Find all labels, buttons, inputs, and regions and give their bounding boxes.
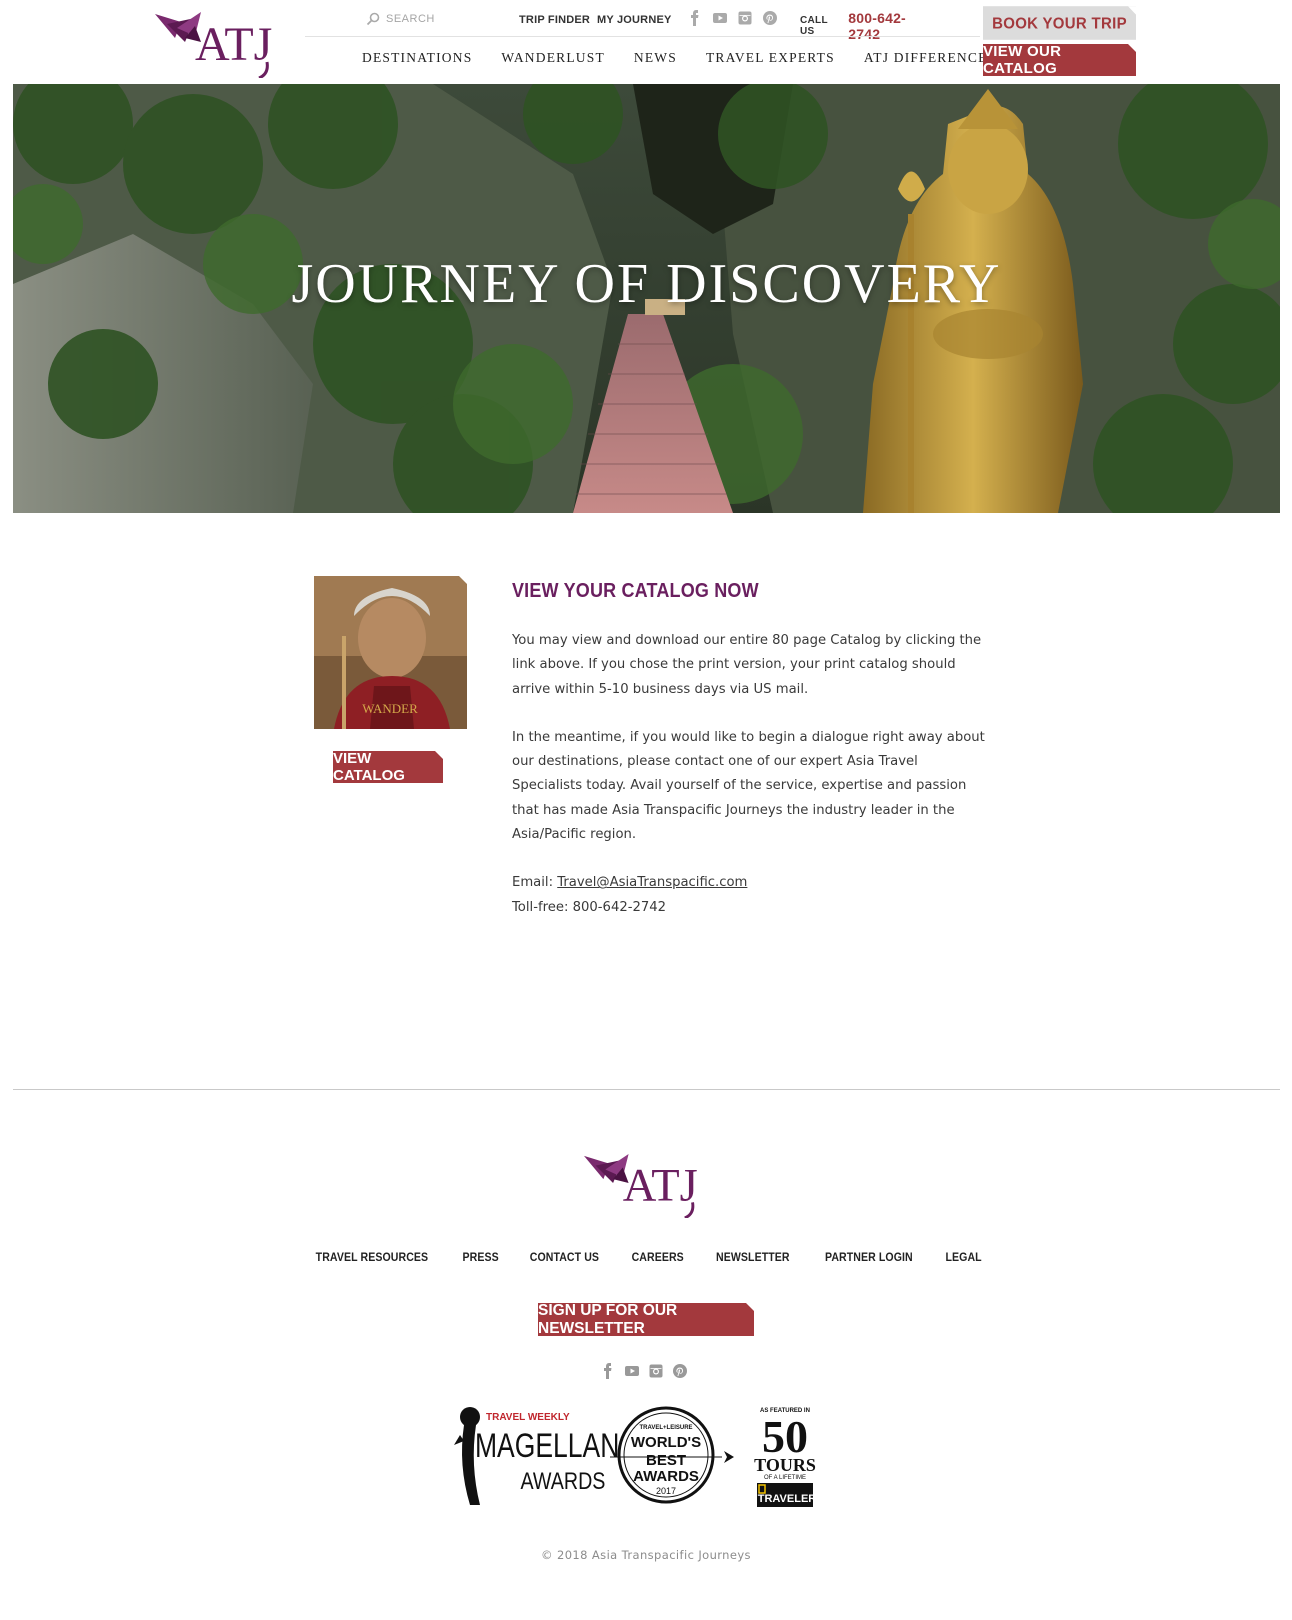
footer-atj-logo[interactable]: ATJ xyxy=(584,1150,710,1218)
search-box[interactable] xyxy=(366,12,496,26)
awards-row: TRAVEL WEEKLY MAGELLAN AWARDS TRAVEL+LEI… xyxy=(454,1406,816,1507)
footer-link-travel-resources[interactable]: TRAVEL RESOURCES xyxy=(316,1250,429,1264)
email-line: Email: Travel@AsiaTranspacific.com xyxy=(512,871,992,895)
tollfree-line: Toll-free: 800-642-2742 xyxy=(512,896,992,920)
newsletter-signup-button[interactable]: SIGN UP FOR OUR NEWSLETTER xyxy=(538,1301,754,1337)
hero-banner: JOURNEY OF DISCOVERY xyxy=(13,84,1280,513)
pinterest-icon[interactable] xyxy=(762,10,778,26)
svg-text:TRAVEL WEEKLY: TRAVEL WEEKLY xyxy=(486,1412,570,1423)
my-journey-link[interactable]: MY JOURNEY xyxy=(597,14,672,26)
catalog-heading: VIEW YOUR CATALOG NOW xyxy=(512,580,759,602)
svg-text:BEST: BEST xyxy=(646,1452,686,1469)
call-us-label: CALL US xyxy=(800,15,828,37)
facebook-icon[interactable] xyxy=(600,1363,616,1379)
nav-destinations[interactable]: DESTINATIONS xyxy=(362,50,472,66)
catalog-info: VIEW YOUR CATALOG NOW You may view and d… xyxy=(512,580,992,920)
search-icon xyxy=(366,12,380,26)
svg-text:TRAVEL+LEISURE: TRAVEL+LEISURE xyxy=(639,1425,692,1431)
footer-nav: TRAVEL RESOURCES PRESS CONTACT US CAREER… xyxy=(0,1250,1292,1264)
pinterest-icon[interactable] xyxy=(672,1363,688,1379)
svg-text:WORLD'S: WORLD'S xyxy=(631,1434,701,1451)
newsletter-signup-label: SIGN UP FOR OUR NEWSLETTER xyxy=(538,1301,678,1337)
view-our-catalog-button[interactable]: VIEW OUR CATALOG xyxy=(983,43,1136,77)
book-your-trip-label: BOOK YOUR TRIP xyxy=(992,14,1127,32)
footer-link-newsletter[interactable]: NEWSLETTER xyxy=(716,1250,790,1264)
header-divider xyxy=(305,36,980,37)
trip-finder-link[interactable]: TRIP FINDER xyxy=(519,14,590,26)
magellan-awards-badge: TRAVEL WEEKLY MAGELLAN AWARDS xyxy=(454,1407,619,1505)
hero-title: JOURNEY OF DISCOVERY xyxy=(291,253,1002,315)
svg-text:TOURS: TOURS xyxy=(754,1455,816,1475)
cover-title: WANDER xyxy=(362,701,418,716)
worlds-best-awards-badge: TRAVEL+LEISURE WORLD'S BEST AWARDS 2017 xyxy=(610,1406,734,1504)
nav-atj-difference[interactable]: ATJ DIFFERENCE xyxy=(864,50,988,66)
view-catalog-label: VIEW CATALOG xyxy=(333,750,405,784)
catalog-paragraph-2: In the meantime, if you would like to be… xyxy=(512,729,985,843)
catalog-paragraph-1: You may view and download our entire 80 … xyxy=(512,633,982,697)
youtube-icon[interactable] xyxy=(712,10,728,26)
footer-link-partner-login[interactable]: PARTNER LOGIN xyxy=(825,1250,913,1264)
top-utility-bar: TRIP FINDER MY JOURNEY CALL US 800-642-2… xyxy=(360,10,932,42)
svg-text:AWARDS: AWARDS xyxy=(521,1467,606,1494)
view-our-catalog-label: VIEW OUR CATALOG xyxy=(983,43,1062,77)
instagram-icon[interactable] xyxy=(737,10,753,26)
fifty-tours-badge: AS FEATURED IN 50 TOURS OF A LIFETIME TR… xyxy=(754,1408,816,1507)
footer-link-contact-us[interactable]: CONTACT US xyxy=(530,1250,599,1264)
footer-link-legal[interactable]: LEGAL xyxy=(945,1250,981,1264)
nav-news[interactable]: NEWS xyxy=(634,50,677,66)
view-catalog-button[interactable]: VIEW CATALOG xyxy=(333,750,443,784)
svg-text:AWARDS: AWARDS xyxy=(633,1468,699,1485)
catalog-cover-image[interactable]: WANDER xyxy=(314,576,467,729)
search-input[interactable] xyxy=(386,13,496,25)
email-label: Email: xyxy=(512,875,554,891)
nav-travel-experts[interactable]: TRAVEL EXPERTS xyxy=(706,50,835,66)
instagram-icon[interactable] xyxy=(648,1363,664,1379)
atj-logo[interactable]: ATJ xyxy=(155,8,285,78)
footer-divider xyxy=(13,1089,1280,1090)
main-nav: DESTINATIONS WANDERLUST NEWS TRAVEL EXPE… xyxy=(362,50,1017,66)
contact-info: Email: Travel@AsiaTranspacific.com Toll-… xyxy=(512,871,992,920)
site-header: ATJ TRIP FINDER MY JOURNEY xyxy=(0,0,1292,84)
copyright-text: © 2018 Asia Transpacific Journeys xyxy=(541,1548,751,1562)
svg-text:2017: 2017 xyxy=(656,1486,676,1496)
tollfree-label: Toll-free: xyxy=(512,899,569,915)
facebook-icon[interactable] xyxy=(687,10,703,26)
svg-text:ATJ: ATJ xyxy=(195,18,272,71)
email-link[interactable]: Travel@AsiaTranspacific.com xyxy=(557,875,747,890)
call-us: CALL US 800-642-2742 xyxy=(800,10,932,42)
header-social-links xyxy=(687,10,778,26)
svg-text:ATJ: ATJ xyxy=(623,1160,698,1211)
svg-text:MAGELLAN: MAGELLAN xyxy=(475,1427,619,1465)
youtube-icon[interactable] xyxy=(624,1363,640,1379)
footer-link-careers[interactable]: CAREERS xyxy=(631,1250,683,1264)
book-your-trip-button[interactable]: BOOK YOUR TRIP xyxy=(983,6,1136,40)
footer-social-links xyxy=(600,1363,688,1379)
footer-link-press[interactable]: PRESS xyxy=(462,1250,498,1264)
nav-wanderlust[interactable]: WANDERLUST xyxy=(501,50,605,66)
phone-number-link[interactable]: 800-642-2742 xyxy=(848,10,932,42)
svg-text:TRAVELER: TRAVELER xyxy=(758,1493,817,1505)
svg-text:OF A LIFETIME: OF A LIFETIME xyxy=(764,1475,806,1481)
tollfree-number[interactable]: 800-642-2742 xyxy=(573,900,666,915)
